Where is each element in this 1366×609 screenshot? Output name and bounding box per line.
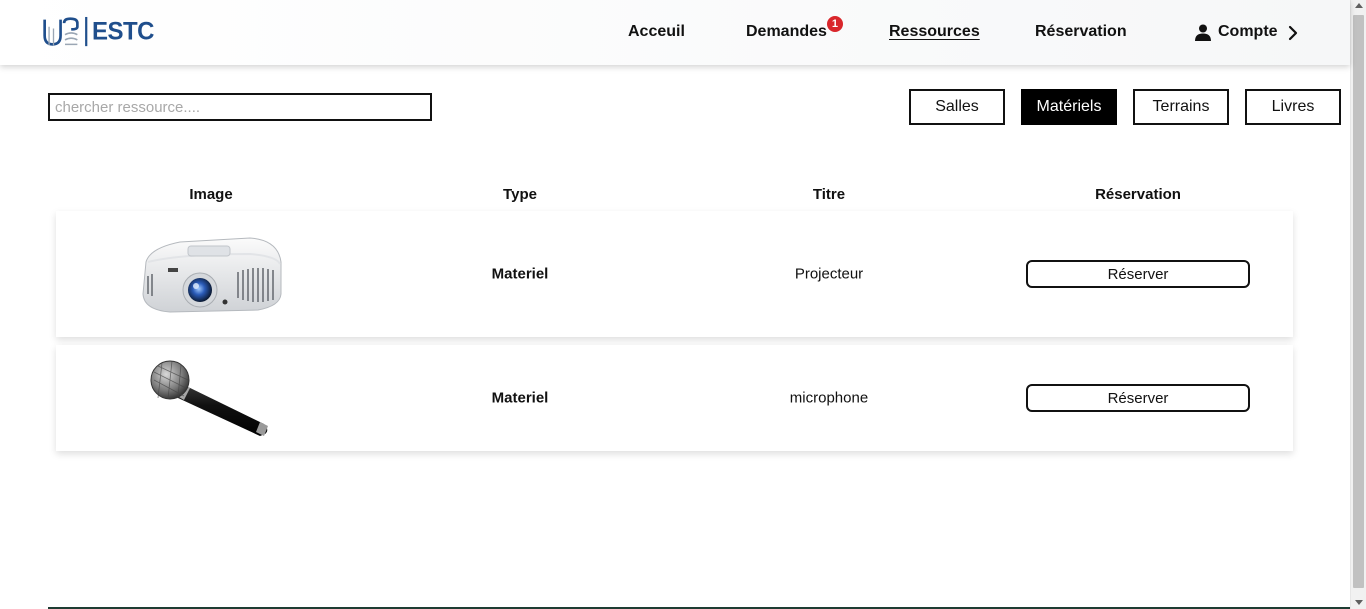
filter-terrains-button[interactable]: Terrains [1133, 89, 1229, 125]
column-header-reservation: Réservation [1095, 186, 1181, 203]
row-type: Materiel [491, 389, 549, 407]
nav-demandes[interactable]: Demandes 1 [746, 16, 843, 41]
user-icon[interactable] [1195, 24, 1211, 41]
column-header-image: Image [189, 186, 233, 203]
scroll-down-arrow-icon[interactable] [1355, 600, 1363, 605]
page-scrollbar[interactable] [1350, 0, 1366, 609]
nav-compte[interactable]: Compte [1218, 23, 1278, 41]
nav-reservation[interactable]: Réservation [1035, 23, 1127, 41]
filter-materiels-button[interactable]: Matériels [1021, 89, 1117, 125]
scroll-up-arrow-icon[interactable] [1355, 3, 1363, 8]
column-header-titre: Titre [812, 186, 846, 203]
column-header-type: Type [503, 186, 537, 203]
row-type: Materiel [491, 265, 549, 283]
projector-image [142, 237, 282, 313]
chevron-right-icon[interactable] [1287, 25, 1299, 41]
microphone-image [150, 360, 268, 436]
row-title: microphone [789, 389, 869, 407]
search-input[interactable] [48, 93, 432, 121]
scrollbar-thumb[interactable] [1353, 15, 1364, 588]
reserve-button[interactable]: Réserver [1026, 260, 1250, 288]
row-title: Projecteur [794, 265, 864, 283]
nav-ressources[interactable]: Ressources [889, 23, 980, 41]
nav-demandes-label: Demandes [746, 23, 827, 40]
nav-acceuil[interactable]: Acceuil [628, 23, 685, 41]
logo-mark-icon [43, 16, 88, 47]
filter-salles-button[interactable]: Salles [909, 89, 1005, 125]
reserve-button[interactable]: Réserver [1026, 384, 1250, 412]
table-row: Materiel microphone Réserver [56, 345, 1293, 451]
notification-badge: 1 [826, 16, 843, 32]
filter-livres-button[interactable]: Livres [1245, 89, 1341, 125]
logo-text: ESTC [91, 17, 155, 46]
logo[interactable]: ESTC [42, 14, 155, 50]
top-navbar: ESTC Acceuil Demandes 1 Ressources Réser… [0, 0, 1350, 65]
table-row: Materiel Projecteur Réserver [56, 211, 1293, 337]
